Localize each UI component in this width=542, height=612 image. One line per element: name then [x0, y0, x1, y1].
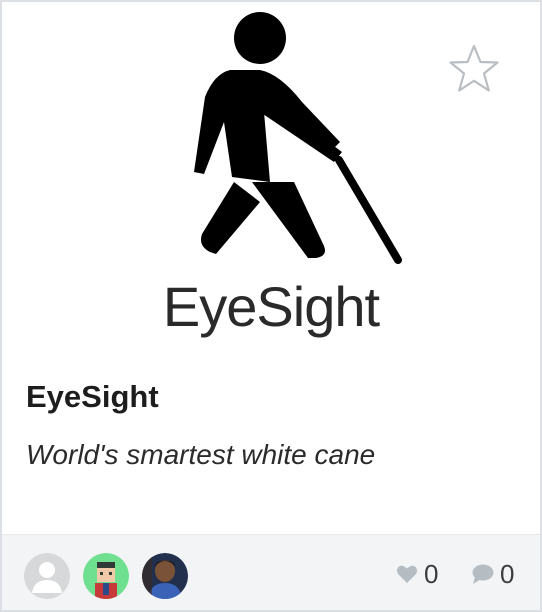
member-avatar-photo[interactable]: [142, 553, 188, 599]
comments-button[interactable]: 0: [472, 559, 514, 589]
cover-logo-text: EyeSight: [162, 275, 380, 338]
card-footer: 0 0: [2, 534, 540, 610]
photo-avatar-icon: [142, 553, 188, 599]
speech-bubble-icon: [472, 564, 494, 584]
star-outline-icon: [449, 44, 499, 92]
project-title[interactable]: EyeSight: [26, 379, 159, 415]
default-user-avatar-icon: [24, 553, 70, 599]
likes-count: 0: [424, 558, 439, 589]
favorite-star-button[interactable]: [446, 42, 502, 98]
member-avatar-default[interactable]: [24, 553, 70, 599]
project-card[interactable]: EyeSight EyeSight World's smartest white…: [0, 0, 542, 612]
illustrated-character-avatar-icon: [83, 553, 129, 599]
heart-icon: [396, 565, 418, 583]
project-tagline: World's smartest white cane: [26, 439, 376, 470]
likes-button[interactable]: 0: [396, 559, 438, 589]
comments-count: 0: [500, 558, 515, 589]
member-avatar-character[interactable]: [83, 553, 129, 599]
